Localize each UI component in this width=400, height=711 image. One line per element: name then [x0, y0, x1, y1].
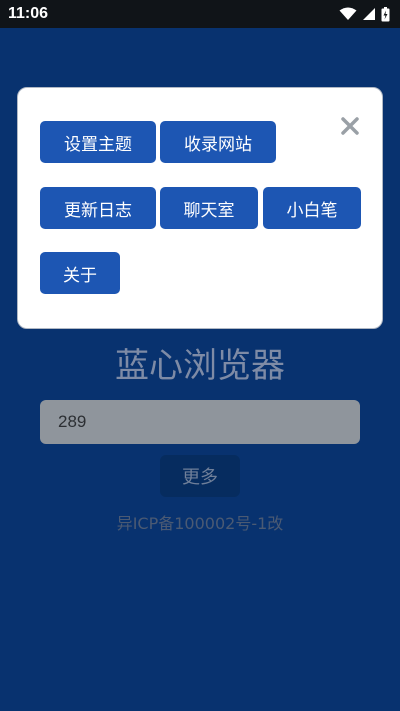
close-icon[interactable]	[340, 116, 360, 136]
about-button[interactable]: 关于	[40, 252, 120, 294]
more-button[interactable]: 更多	[160, 455, 240, 497]
status-bar: 11:06	[0, 0, 400, 28]
icp-footer: 异ICP备100002号-1改	[116, 514, 284, 533]
status-time: 11:06	[8, 5, 49, 22]
app-title: 蓝心浏览器	[115, 346, 285, 386]
xiaobai-pen-button[interactable]: 小白笔	[263, 187, 361, 229]
signal-icon	[363, 8, 375, 20]
set-theme-button[interactable]: 设置主题	[40, 121, 156, 163]
status-icons	[339, 6, 390, 22]
changelog-button[interactable]: 更新日志	[40, 187, 156, 229]
menu-dialog: 设置主题 收录网站 更新日志 聊天室 小白笔 关于	[17, 87, 383, 329]
add-site-button[interactable]: 收录网站	[160, 121, 276, 163]
wifi-icon	[339, 7, 357, 20]
chat-room-button[interactable]: 聊天室	[160, 187, 258, 229]
search-input[interactable]: 289	[40, 400, 360, 444]
battery-icon	[381, 6, 390, 21]
